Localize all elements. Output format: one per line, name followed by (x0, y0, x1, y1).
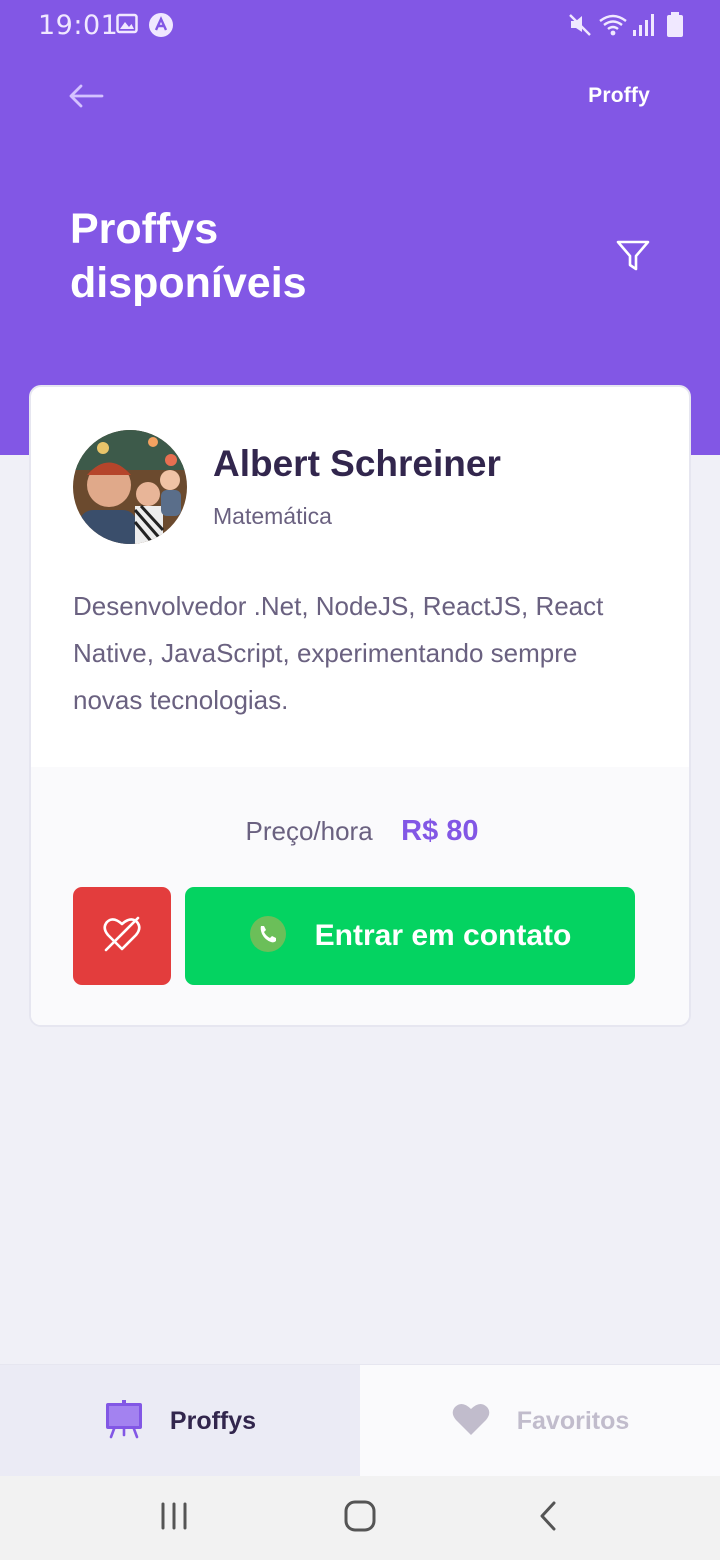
recent-apps-button[interactable] (150, 1496, 198, 1540)
heart-icon (451, 1401, 491, 1442)
tab-proffys[interactable]: Proffys (0, 1365, 360, 1477)
price-value: R$ 80 (401, 815, 479, 847)
home-icon (344, 1500, 376, 1537)
filter-icon (615, 239, 651, 278)
teacher-subject: Matemática (213, 503, 332, 529)
easel-icon (104, 1399, 144, 1444)
tab-proffys-label: Proffys (169, 1406, 257, 1435)
app-notification-icon (148, 12, 174, 43)
unfavorite-button[interactable] (73, 887, 171, 985)
heart-outline-off-icon (102, 915, 142, 958)
tab-favoritos-label: Favoritos (516, 1406, 630, 1435)
tab-favoritos[interactable]: Favoritos (360, 1365, 720, 1477)
gallery-icon (116, 12, 138, 41)
system-navigation-bar (0, 1476, 720, 1560)
mute-icon (568, 12, 592, 43)
teacher-card: Albert Schreiner Matemática Desenvolvedo… (29, 385, 691, 1027)
card-footer: Preço/hora R$ 80 Entrar em contato (31, 767, 689, 1025)
home-button[interactable] (336, 1496, 384, 1540)
whatsapp-icon (249, 915, 287, 958)
status-bar: 19:01 (0, 0, 720, 52)
brand-logo: Proffy (588, 84, 650, 107)
page-title-line-2: disponíveis (70, 259, 307, 307)
filter-button[interactable] (610, 236, 656, 280)
bottom-tab-bar: Proffys Favoritos (0, 1364, 720, 1477)
signal-icon (632, 12, 656, 43)
status-time: 19:01 (38, 10, 119, 41)
teacher-bio: Desenvolvedor .Net, NodeJS, ReactJS, Rea… (73, 591, 604, 715)
teacher-avatar (73, 430, 187, 544)
wifi-icon (598, 12, 628, 43)
arrow-left-icon (68, 84, 104, 113)
recent-apps-icon (159, 1501, 189, 1536)
page-title: Proffys disponíveis (70, 202, 490, 310)
contact-button[interactable]: Entrar em contato (185, 887, 635, 985)
system-back-button[interactable] (524, 1496, 572, 1540)
price-label: Preço/hora (245, 816, 373, 846)
chevron-left-icon (537, 1500, 559, 1537)
teacher-name: Albert Schreiner (213, 443, 501, 484)
page-title-line-1: Proffys (70, 205, 219, 253)
price-row: Preço/hora R$ 80 (31, 815, 689, 848)
contact-button-label: Entrar em contato (314, 919, 572, 952)
back-button[interactable] (60, 78, 112, 118)
battery-icon (666, 12, 684, 43)
